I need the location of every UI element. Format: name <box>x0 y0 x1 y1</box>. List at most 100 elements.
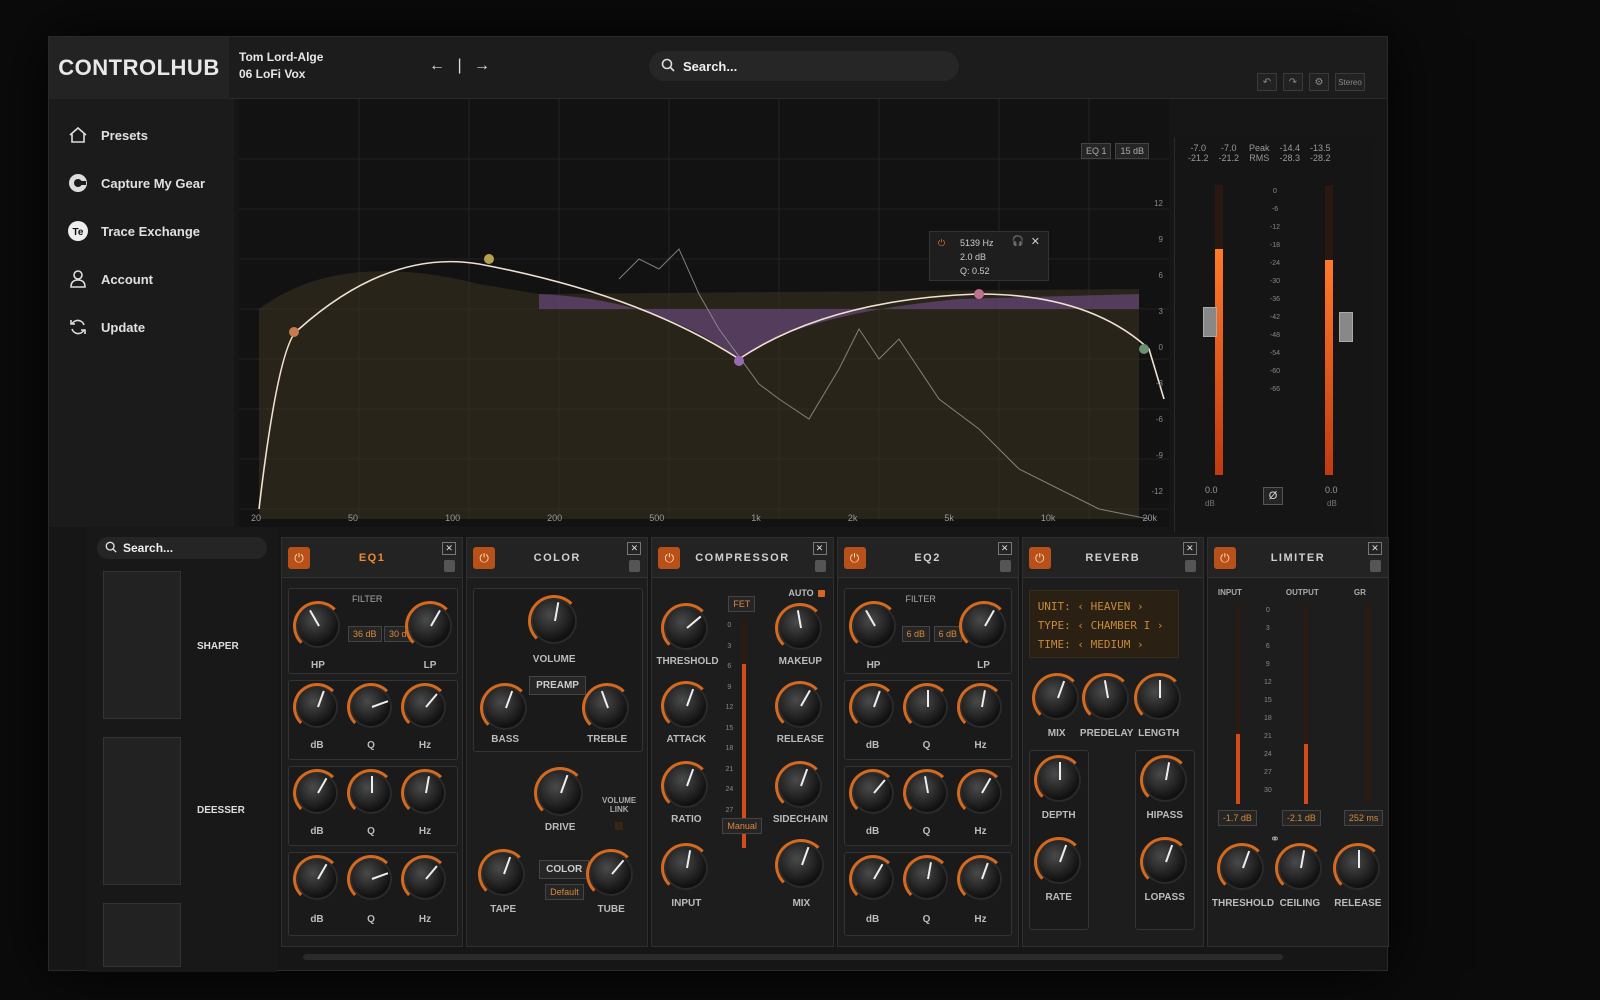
band3-gain-knob[interactable] <box>848 855 897 903</box>
band2-gain-knob[interactable] <box>848 769 897 817</box>
sidechain-knob[interactable] <box>775 761 826 811</box>
band3-gain-knob[interactable] <box>293 855 341 903</box>
reverb-time[interactable]: TIME: ‹ MEDIUM › <box>1038 635 1170 654</box>
band3-freq-knob[interactable] <box>401 855 449 903</box>
band1-q-knob[interactable] <box>347 683 395 731</box>
lock-icon[interactable] <box>999 560 1011 572</box>
power-icon[interactable]: ⏻ <box>1213 547 1236 569</box>
sidebar-item-account[interactable]: Account <box>49 255 234 303</box>
volume-link-toggle[interactable] <box>615 822 624 830</box>
power-icon[interactable]: ⏻ <box>843 547 866 569</box>
makeup-knob[interactable] <box>775 603 826 653</box>
tube-knob[interactable] <box>586 849 637 899</box>
band1-freq-knob[interactable] <box>956 683 1005 731</box>
lock-icon[interactable] <box>1370 560 1382 572</box>
power-icon[interactable]: ⏻ <box>473 547 496 569</box>
eq-node-hp[interactable] <box>289 327 299 337</box>
band1-gain-knob[interactable] <box>293 683 341 731</box>
lock-icon[interactable] <box>1184 560 1196 572</box>
sidebar-item-update[interactable]: Update <box>49 303 234 351</box>
power-icon[interactable]: ⏻ <box>1028 547 1051 569</box>
band2-q-knob[interactable] <box>347 769 395 817</box>
attack-knob[interactable] <box>661 681 712 731</box>
hipass-knob[interactable] <box>1139 755 1190 805</box>
band1-q-knob[interactable] <box>902 683 951 731</box>
close-icon[interactable]: ✕ <box>812 542 827 555</box>
close-icon[interactable]: ✕ <box>1031 235 1040 249</box>
reverb-display[interactable]: UNIT: ‹ HEAVEN › TYPE: ‹ CHAMBER I › TIM… <box>1028 590 1179 658</box>
output-fader[interactable] <box>1339 312 1353 342</box>
drive-knob[interactable] <box>534 767 587 819</box>
browser-item-label[interactable]: DEESSER <box>197 805 245 816</box>
sidebar-item-capture[interactable]: Capture My Gear <box>49 159 234 207</box>
sidebar-item-presets[interactable]: Presets <box>49 111 234 159</box>
hp-slope[interactable]: 6 dB <box>901 626 931 642</box>
eq-display[interactable]: EQ 1 15 dB ⏻ ✕ 🎧 5139 Hz 2.0 dB Q: 0.52 … <box>239 99 1169 527</box>
browser-item-label[interactable]: SHAPER <box>197 641 239 652</box>
phase-invert-button[interactable]: Ø <box>1263 487 1283 505</box>
eq-node-band1[interactable] <box>484 254 494 264</box>
input-knob[interactable] <box>661 843 712 893</box>
eq-badge[interactable]: EQ 1 <box>1080 143 1112 159</box>
hp-knob[interactable] <box>848 601 899 651</box>
release-knob[interactable] <box>775 681 826 731</box>
ratio-knob[interactable] <box>661 761 712 811</box>
hp-knob[interactable] <box>293 601 343 651</box>
stereo-mode-button[interactable]: Stereo <box>1335 73 1365 91</box>
undo-button[interactable]: ↶ <box>1257 73 1277 91</box>
threshold-knob[interactable] <box>661 603 712 653</box>
band2-freq-knob[interactable] <box>956 769 1005 817</box>
rack-scrollbar[interactable] <box>303 954 1283 960</box>
band-power-icon[interactable]: ⏻ <box>938 236 945 250</box>
close-icon[interactable]: ✕ <box>997 542 1012 555</box>
threshold-knob[interactable] <box>1216 843 1267 893</box>
lopass-knob[interactable] <box>1139 837 1190 887</box>
lock-icon[interactable] <box>814 560 826 572</box>
browser-thumb-shaper[interactable] <box>103 571 181 719</box>
band2-gain-knob[interactable] <box>293 769 341 817</box>
power-icon[interactable]: ⏻ <box>288 547 310 569</box>
fet-mode[interactable]: FET <box>728 596 756 612</box>
release-knob[interactable] <box>1332 843 1383 893</box>
rate-knob[interactable] <box>1033 837 1084 887</box>
predelay-knob[interactable] <box>1081 673 1132 723</box>
eq-node-band3[interactable] <box>974 289 984 299</box>
power-icon[interactable]: ⏻ <box>658 547 681 569</box>
tape-knob[interactable] <box>478 849 529 899</box>
volume-knob[interactable] <box>528 595 581 647</box>
color-button[interactable]: COLOR <box>539 860 590 879</box>
eq-graph[interactable] <box>239 99 1169 527</box>
preamp-button[interactable]: PREAMP <box>529 676 586 695</box>
browser-thumb-deesser[interactable] <box>103 737 181 885</box>
band3-q-knob[interactable] <box>347 855 395 903</box>
band2-q-knob[interactable] <box>902 769 951 817</box>
lp-knob[interactable] <box>958 601 1009 651</box>
preset-nav-arrows[interactable]: ← | → <box>429 57 494 75</box>
length-knob[interactable] <box>1133 673 1184 723</box>
headphones-icon[interactable]: 🎧 <box>1012 235 1024 249</box>
link-icon[interactable]: ⚭ <box>1270 832 1280 846</box>
band1-gain-knob[interactable] <box>848 683 897 731</box>
band1-freq-knob[interactable] <box>401 683 449 731</box>
lp-slope[interactable]: 6 dB <box>933 626 963 642</box>
band3-q-knob[interactable] <box>902 855 951 903</box>
close-icon[interactable]: ✕ <box>1368 542 1383 555</box>
reverb-type[interactable]: TYPE: ‹ CHAMBER I › <box>1038 616 1170 635</box>
eq-node-lp[interactable] <box>1139 344 1149 354</box>
lock-icon[interactable] <box>629 560 641 572</box>
reverb-unit[interactable]: UNIT: ‹ HEAVEN › <box>1038 597 1170 616</box>
top-search-input[interactable]: Search... <box>649 51 959 81</box>
ceiling-knob[interactable] <box>1274 843 1325 893</box>
browser-thumb-delay[interactable] <box>103 903 181 967</box>
band2-freq-knob[interactable] <box>401 769 449 817</box>
settings-button[interactable]: ⚙ <box>1309 73 1329 91</box>
eq-badge[interactable]: 15 dB <box>1115 143 1149 159</box>
input-fader[interactable] <box>1203 307 1217 337</box>
lock-icon[interactable] <box>444 560 456 572</box>
close-icon[interactable]: ✕ <box>1182 542 1197 555</box>
color-mode-select[interactable]: Default <box>545 884 584 900</box>
lp-knob[interactable] <box>405 601 455 651</box>
mix-knob[interactable] <box>775 839 828 891</box>
auto-toggle[interactable] <box>818 590 826 597</box>
bass-knob[interactable] <box>480 683 531 733</box>
